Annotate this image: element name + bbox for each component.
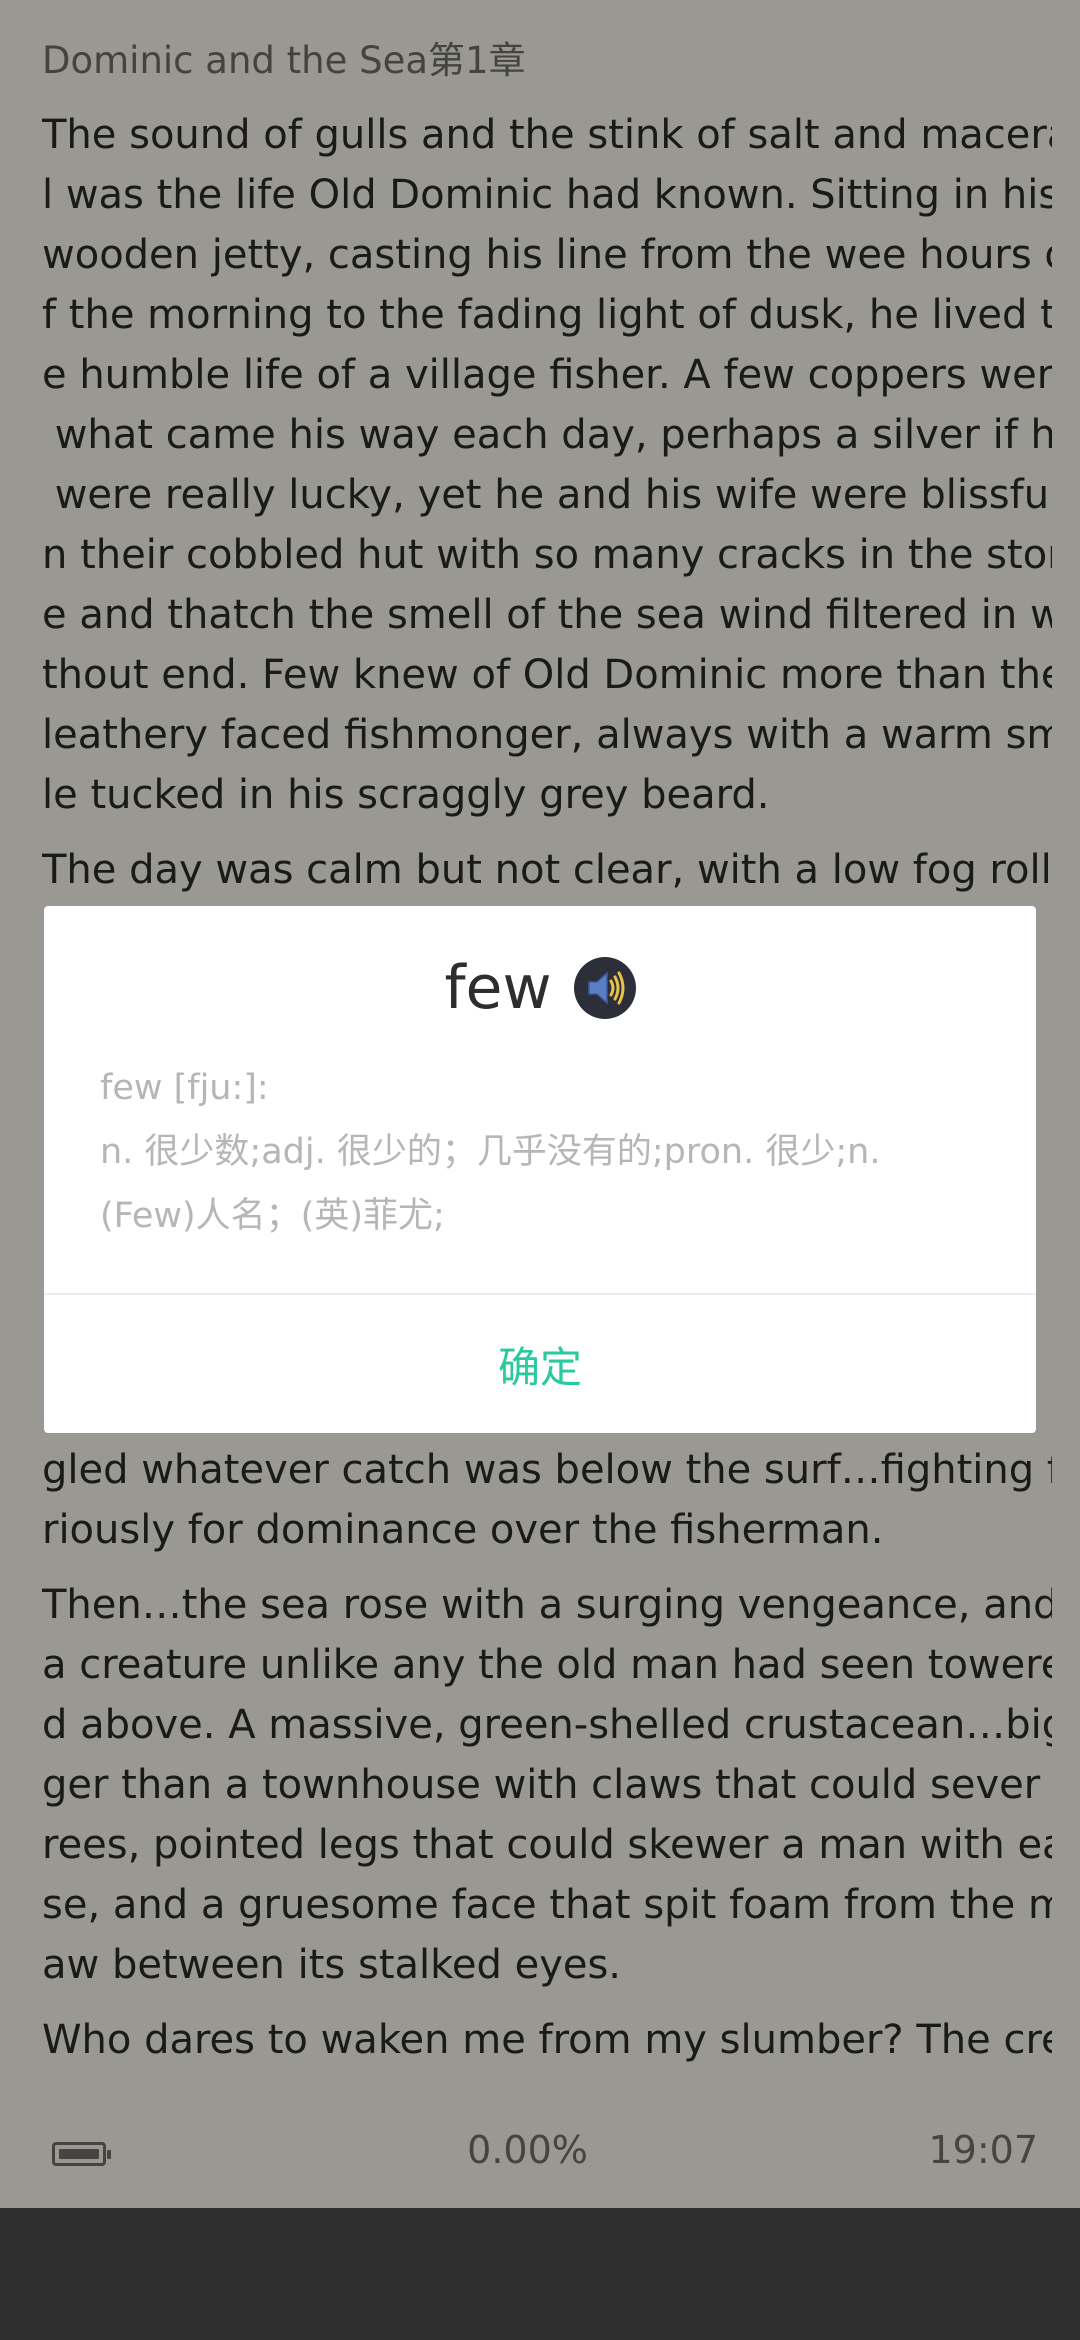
speaker-icon[interactable] <box>573 957 636 1019</box>
dialog-word: few <box>444 953 552 1023</box>
definition-line: n. 很少数;adj. 很少的；几乎没有的;pron. 很少;n. <box>100 1132 881 1172</box>
dialog-header: few <box>44 948 1036 1028</box>
definition-line: (Few)人名；(英)菲尤; <box>100 1196 445 1236</box>
word-definition-dialog: few few [fju:]: n. 很少数;adj. 很少的；几乎没有的;pr… <box>44 906 1036 1433</box>
confirm-button[interactable]: 确定 <box>44 1295 1036 1433</box>
definition-text: few [fju:]: n. 很少数;adj. 很少的；几乎没有的;pron. … <box>100 1056 980 1248</box>
definition-line: few [fju:]: <box>100 1068 269 1108</box>
